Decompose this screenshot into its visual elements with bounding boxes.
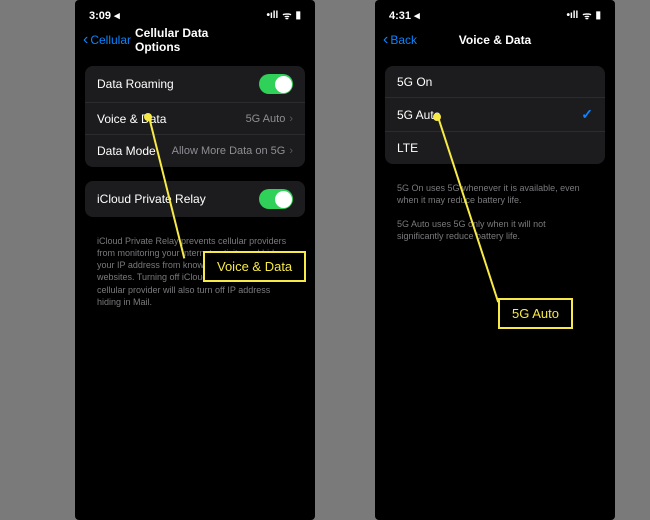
row-label: Data Mode — [97, 144, 156, 158]
toggle-on-icon[interactable] — [259, 74, 293, 94]
row-value: Allow More Data on 5G › — [172, 145, 293, 157]
nav-bar: ‹ Cellular Cellular Data Options — [75, 26, 315, 54]
content-area: 5G On 5G Auto ✓ LTE 5G On uses 5G whenev… — [375, 54, 615, 243]
settings-group-1: Data Roaming Voice & Data 5G Auto › Data… — [85, 66, 305, 167]
row-label: Data Roaming — [97, 77, 174, 91]
row-data-roaming[interactable]: Data Roaming — [85, 66, 305, 103]
chevron-right-icon: › — [289, 113, 293, 125]
callout-voice-and-data: Voice & Data — [203, 251, 306, 282]
back-button[interactable]: ‹ Cellular — [83, 31, 131, 49]
chevron-left-icon: ‹ — [83, 31, 88, 49]
options-group: 5G On 5G Auto ✓ LTE — [385, 66, 605, 164]
back-label: Back — [390, 33, 417, 47]
row-label: iCloud Private Relay — [97, 192, 206, 206]
nav-bar: ‹ Back Voice & Data — [375, 26, 615, 54]
signal-icon: •ıll — [567, 10, 579, 21]
option-5g-on[interactable]: 5G On — [385, 66, 605, 98]
row-data-mode[interactable]: Data Mode Allow More Data on 5G › — [85, 135, 305, 167]
signal-icon: •ıll — [267, 10, 279, 21]
option-5g-auto[interactable]: 5G Auto ✓ — [385, 98, 605, 132]
phone-right-screenshot: 4:31 ◂ •ıll ᯤ ▮ ‹ Back Voice & Data 5G O… — [375, 0, 615, 520]
page-title: Voice & Data — [459, 33, 531, 47]
row-icloud-private-relay[interactable]: iCloud Private Relay — [85, 181, 305, 217]
row-value: 5G Auto › — [246, 113, 293, 125]
footer-5g-auto: 5G Auto uses 5G only when it will not si… — [385, 214, 605, 242]
callout-5g-auto: 5G Auto — [498, 298, 573, 329]
option-lte[interactable]: LTE — [385, 132, 605, 164]
row-label: Voice & Data — [97, 112, 166, 126]
status-time: 3:09 ◂ — [89, 9, 120, 22]
back-label: Cellular — [90, 33, 131, 47]
option-label: LTE — [397, 141, 418, 155]
chevron-left-icon: ‹ — [383, 31, 388, 49]
settings-group-2: iCloud Private Relay — [85, 181, 305, 217]
check-icon: ✓ — [581, 106, 593, 123]
status-bar: 4:31 ◂ •ıll ᯤ ▮ — [375, 0, 615, 26]
battery-icon: ▮ — [595, 10, 601, 21]
battery-icon: ▮ — [295, 10, 301, 21]
row-voice-and-data[interactable]: Voice & Data 5G Auto › — [85, 103, 305, 135]
status-bar: 3:09 ◂ •ıll ᯤ ▮ — [75, 0, 315, 26]
back-button[interactable]: ‹ Back — [383, 31, 417, 49]
status-time: 4:31 ◂ — [389, 9, 420, 22]
wifi-icon: ᯤ — [282, 8, 291, 22]
wifi-icon: ᯤ — [582, 8, 591, 22]
chevron-right-icon: › — [289, 145, 293, 157]
option-label: 5G On — [397, 75, 432, 89]
page-title: Cellular Data Options — [135, 26, 255, 54]
toggle-on-icon[interactable] — [259, 189, 293, 209]
footer-5g-on: 5G On uses 5G whenever it is available, … — [385, 178, 605, 206]
status-indicators: •ıll ᯤ ▮ — [567, 8, 602, 22]
status-indicators: •ıll ᯤ ▮ — [267, 8, 302, 22]
